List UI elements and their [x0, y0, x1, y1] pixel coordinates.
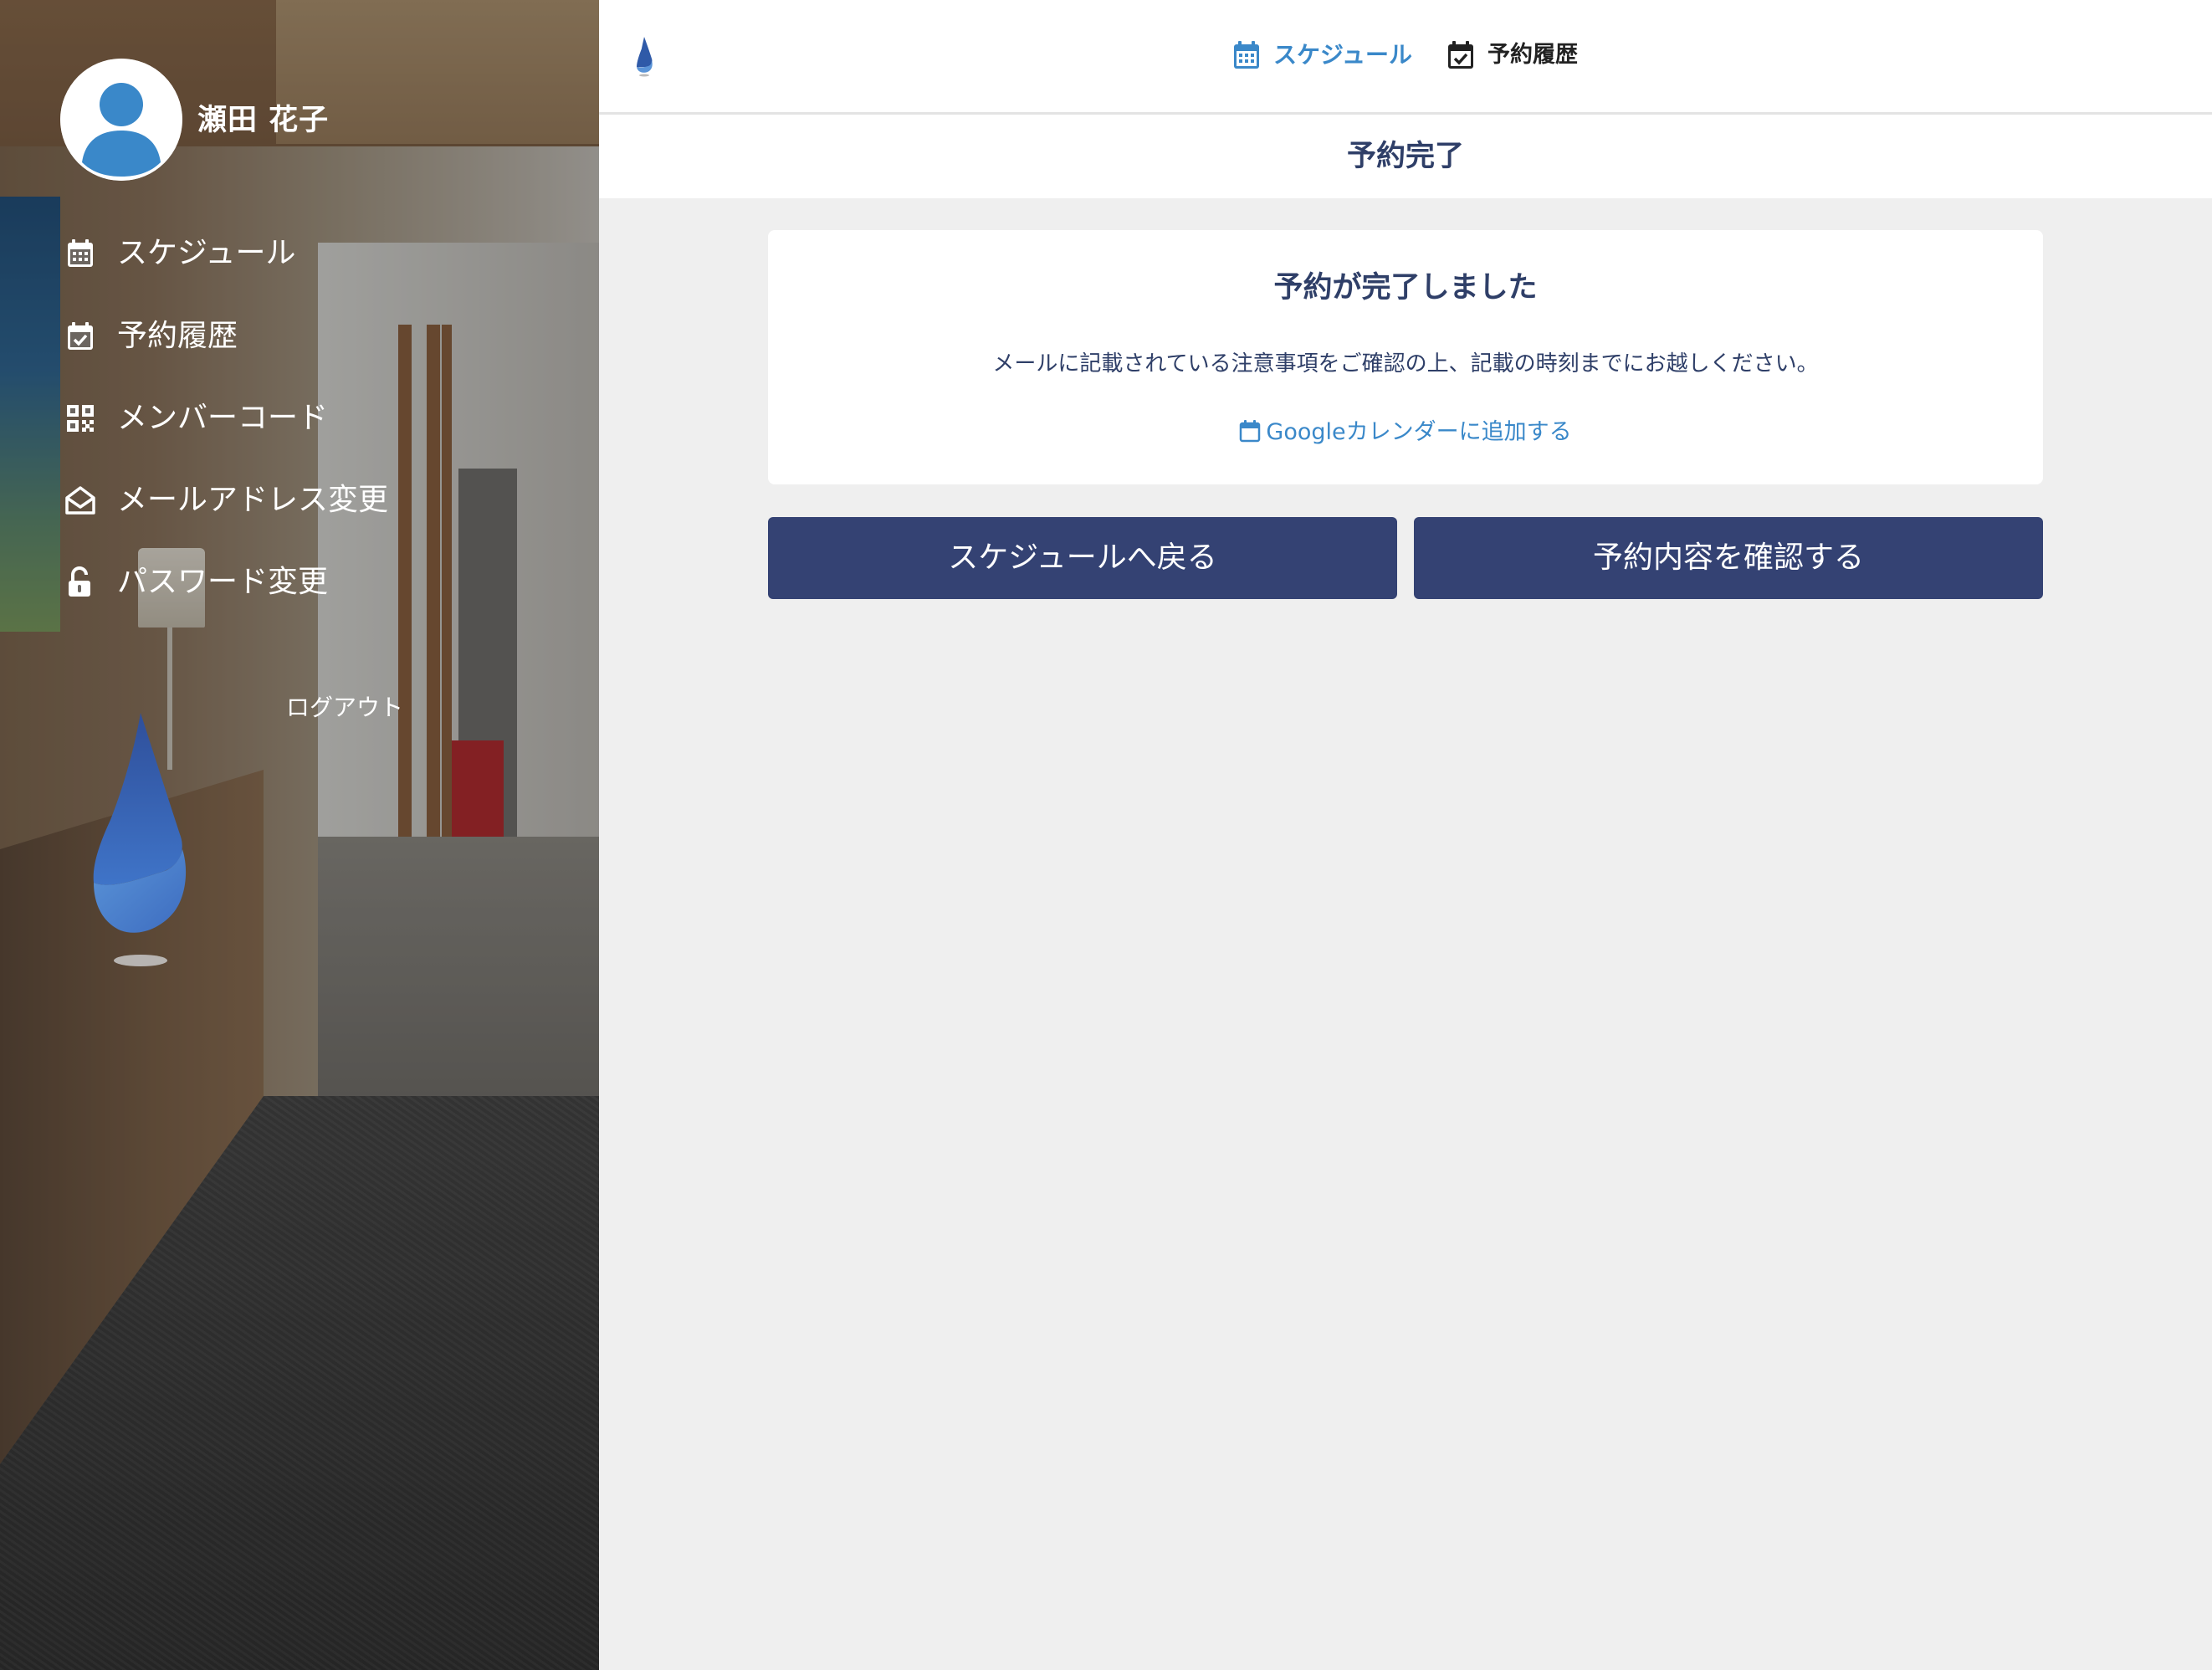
card-message: メールに記載されている注意事項をご確認の上、記載の時刻までにお越しください。 — [992, 351, 1819, 377]
calendar-link-label: Googleカレンダーに追加する — [1266, 419, 1572, 445]
sidebar-item-label: メールアドレス変更 — [117, 483, 389, 517]
calendar-check-icon — [1444, 38, 1477, 72]
envelope-open-icon — [64, 484, 97, 517]
card-title: 予約が完了しました — [1273, 271, 1538, 305]
sidebar-item-schedule[interactable]: スケジュール — [64, 233, 295, 274]
calendar-check-icon — [64, 320, 97, 353]
tab-reservation-history[interactable]: 予約履歴 — [1444, 35, 1578, 75]
page-title: 予約完了 — [1346, 140, 1464, 173]
user-name: 瀬田 花子 — [197, 104, 330, 137]
sidebar-item-label: メンバーコード — [117, 401, 329, 435]
brand-logo-icon — [93, 713, 187, 966]
sidebar-item-password-change[interactable]: パスワード変更 — [64, 562, 328, 602]
top-navigation-bar: スケジュール 予約履歴 — [599, 0, 2212, 115]
back-to-schedule-button[interactable]: スケジュールへ戻る — [768, 517, 1397, 599]
avatar — [60, 59, 182, 181]
tab-schedule[interactable]: スケジュール — [1230, 35, 1412, 75]
tab-label: スケジュール — [1273, 41, 1413, 69]
tab-label: 予約履歴 — [1487, 42, 1578, 68]
brand-logo-icon[interactable] — [634, 35, 654, 77]
confirm-reservation-button[interactable]: 予約内容を確認する — [1414, 517, 2043, 599]
sidebar-item-email-change[interactable]: メールアドレス変更 — [64, 480, 388, 520]
sidebar: 瀬田 花子 スケジュール 予約履歴 メンバーコード メールアドレス変更 パスワー… — [0, 0, 599, 1670]
page-header: 予約完了 — [599, 115, 2212, 198]
sidebar-item-label: パスワード変更 — [117, 565, 329, 599]
logout-link[interactable]: ログアウト — [286, 691, 403, 725]
qr-code-icon — [64, 402, 97, 435]
sidebar-item-label: 予約履歴 — [117, 319, 238, 353]
calendar-icon — [64, 237, 97, 270]
unlock-icon — [64, 566, 97, 599]
completion-card: 予約が完了しました メールに記載されている注意事項をご確認の上、記載の時刻までに… — [768, 230, 2043, 484]
sidebar-item-label: スケジュール — [117, 236, 296, 270]
calendar-outline-icon — [1239, 419, 1261, 443]
sidebar-item-reservation-history[interactable]: 予約履歴 — [64, 316, 238, 356]
user-avatar-icon — [60, 59, 182, 181]
add-to-google-calendar-link[interactable]: Googleカレンダーに追加する — [768, 416, 2043, 449]
calendar-icon — [1230, 38, 1263, 72]
sidebar-item-member-code[interactable]: メンバーコード — [64, 398, 328, 438]
